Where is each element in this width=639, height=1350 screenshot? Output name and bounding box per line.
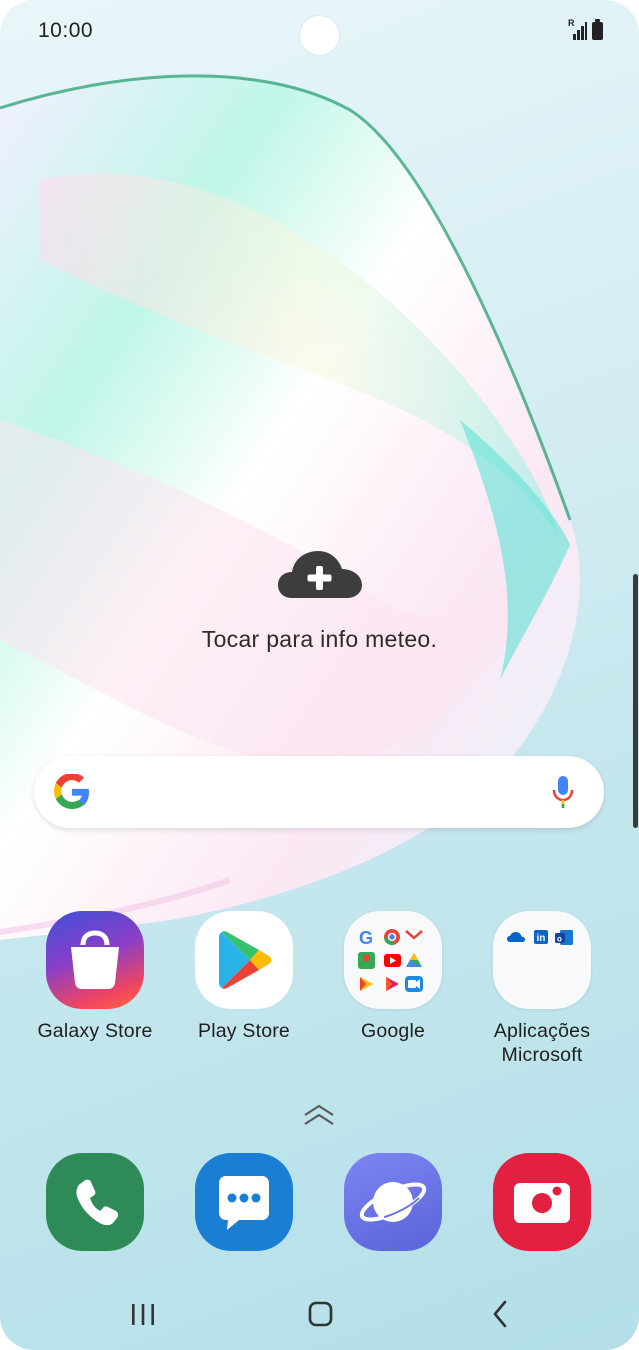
- dock-messages-button[interactable]: [195, 1153, 293, 1251]
- cloud-plus-icon: [277, 551, 362, 598]
- front-camera-cutout: [300, 16, 339, 55]
- weather-prompt: Tocar para info meteo.: [201, 626, 438, 652]
- internet-icon: [359, 1182, 427, 1222]
- app-label: Galaxy Store: [37, 1020, 153, 1042]
- dock-internet-button[interactable]: [344, 1153, 442, 1251]
- app-galaxy-store[interactable]: Galaxy Store: [20, 911, 170, 1043]
- messages-icon: [219, 1176, 269, 1230]
- dock-camera-button[interactable]: [493, 1153, 591, 1251]
- svg-text:G: G: [359, 928, 373, 948]
- google-g-icon: [54, 774, 89, 809]
- galaxy-store-icon: [46, 911, 144, 1009]
- svg-text:o: o: [557, 935, 562, 944]
- phone-icon: [76, 1179, 119, 1226]
- folder-label: Aplicações Microsoft: [467, 1019, 617, 1067]
- google-folder-icon: G: [344, 911, 442, 1009]
- roaming-label: R: [568, 18, 575, 28]
- signal-icon: R: [568, 18, 587, 40]
- app-play-store[interactable]: Play Store: [169, 911, 319, 1043]
- svg-text:in: in: [537, 933, 546, 944]
- mic-icon[interactable]: [552, 776, 574, 808]
- home-icon[interactable]: [307, 1296, 335, 1332]
- folder-label-line2: Microsoft: [501, 1044, 583, 1066]
- weather-widget[interactable]: Tocar para info meteo.: [0, 548, 639, 653]
- folder-google[interactable]: G Google: [318, 911, 468, 1043]
- camera-icon: [514, 1183, 570, 1223]
- battery-icon: [592, 19, 603, 40]
- dock-phone-button[interactable]: [46, 1153, 144, 1251]
- microsoft-folder-icon: in o: [493, 911, 591, 1009]
- app-label: Play Store: [198, 1020, 290, 1042]
- google-search-bar[interactable]: [34, 756, 604, 828]
- wallpaper: [0, 74, 580, 940]
- folder-microsoft[interactable]: in o Aplicações Microsoft: [467, 911, 617, 1067]
- folder-label-line1: Aplicações: [493, 1020, 591, 1042]
- back-icon[interactable]: [489, 1296, 511, 1332]
- status-icons: R: [568, 18, 603, 40]
- folder-label: Google: [360, 1020, 426, 1042]
- home-screen: 10:00 R Tocar para info meteo. Galaxy St…: [0, 0, 639, 1350]
- app-drawer-chevron-icon[interactable]: [302, 1101, 336, 1129]
- play-store-icon: [195, 911, 293, 1009]
- status-time: 10:00: [38, 19, 94, 42]
- recents-icon[interactable]: [130, 1296, 156, 1332]
